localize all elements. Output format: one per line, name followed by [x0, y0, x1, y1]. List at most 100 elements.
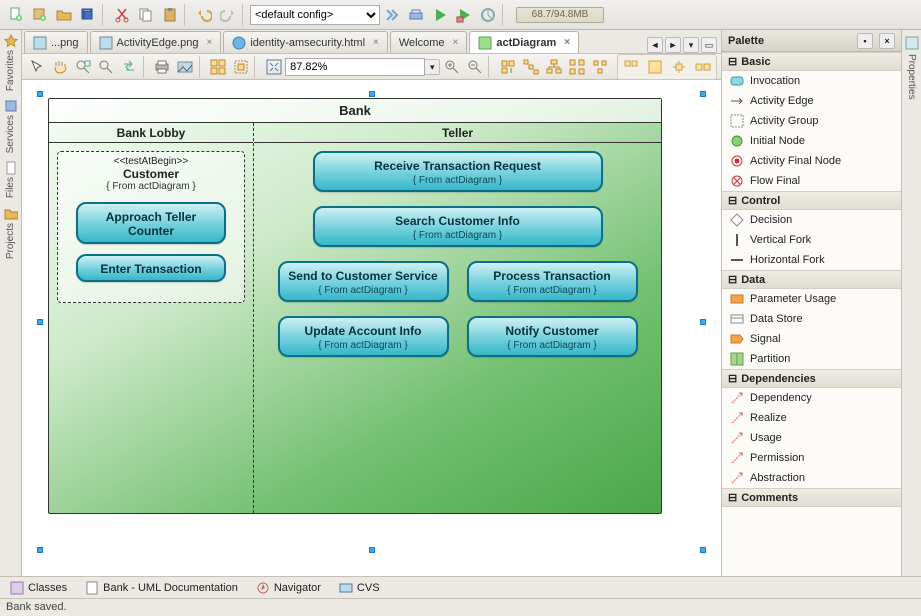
activity-receive-request[interactable]: Receive Transaction Request{ From actDia… [313, 151, 603, 192]
profile-button[interactable] [477, 4, 499, 26]
palette-group-control[interactable]: ⊟Control [722, 191, 901, 210]
partition-teller[interactable]: Teller Receive Transaction Request{ From… [254, 123, 661, 513]
view-tab-cvs[interactable]: CVS [339, 581, 380, 595]
palette-item-abstraction[interactable]: Abstraction [722, 468, 901, 488]
run-button[interactable] [429, 4, 451, 26]
zoom-dropdown-button[interactable]: ▾ [425, 59, 440, 75]
toggle-snap-button[interactable] [644, 56, 666, 78]
palette-group-deps[interactable]: ⊟Dependencies [722, 369, 901, 388]
toggle-orth-button[interactable] [692, 56, 714, 78]
customer-swimlane[interactable]: <<testAtBegin>> Customer { From actDiagr… [57, 151, 245, 303]
palette-item-hfork[interactable]: Horizontal Fork [722, 250, 901, 270]
undo-button[interactable] [193, 4, 215, 26]
palette-item-data-store[interactable]: Data Store [722, 309, 901, 329]
export-image-button[interactable] [175, 56, 196, 78]
palette-item-final-node[interactable]: Activity Final Node [722, 151, 901, 171]
fit-window-button[interactable] [263, 56, 284, 78]
favorites-tab[interactable]: Favorites [2, 34, 20, 91]
activity-frame[interactable]: Bank Bank Lobby <<testAtBegin>> Customer… [48, 98, 662, 514]
properties-tab[interactable]: Properties [906, 54, 917, 100]
new-project-button[interactable] [29, 4, 51, 26]
save-all-button[interactable] [77, 4, 99, 26]
palette-item-activity-edge[interactable]: Activity Edge [722, 91, 901, 111]
palette-item-vfork[interactable]: Vertical Fork [722, 230, 901, 250]
palette-item-activity-group[interactable]: Activity Group [722, 111, 901, 131]
relayout-button[interactable] [497, 56, 518, 78]
view-tab-navigator[interactable]: Navigator [256, 581, 321, 595]
close-icon[interactable]: × [206, 37, 212, 48]
toggle-grid-button[interactable] [620, 56, 642, 78]
zoom-marquee-tool[interactable] [73, 56, 94, 78]
tab-image-1[interactable]: ActivityEdge.png× [90, 31, 222, 53]
tab-html[interactable]: identity-amsecurity.html× [223, 31, 388, 53]
pan-tool[interactable] [50, 56, 71, 78]
toggle-overview-button[interactable] [668, 56, 690, 78]
debug-button[interactable] [453, 4, 475, 26]
dep-icon [730, 411, 744, 425]
new-file-button[interactable] [5, 4, 27, 26]
close-icon[interactable]: × [453, 37, 459, 48]
palette-item-decision[interactable]: Decision [722, 210, 901, 230]
tab-scroll-left[interactable]: ◄ [647, 37, 663, 53]
activity-search-customer[interactable]: Search Customer Info{ From actDiagram } [313, 206, 603, 247]
build-button[interactable] [381, 4, 403, 26]
palette-item-usage[interactable]: Usage [722, 428, 901, 448]
palette-item-permission[interactable]: Permission [722, 448, 901, 468]
copy-button[interactable] [135, 4, 157, 26]
palette-item-dependency[interactable]: Dependency [722, 388, 901, 408]
partition-bank-lobby[interactable]: Bank Lobby <<testAtBegin>> Customer { Fr… [49, 123, 254, 513]
activity-approach-teller[interactable]: Approach Teller Counter [76, 202, 226, 244]
close-icon[interactable]: × [564, 37, 570, 48]
palette-item-partition[interactable]: Partition [722, 349, 901, 369]
tab-image-0[interactable]: ...png [24, 31, 88, 53]
sequence-layout-button[interactable] [520, 56, 541, 78]
palette-item-initial-node[interactable]: Initial Node [722, 131, 901, 151]
select-tool[interactable] [27, 56, 48, 78]
tab-list-button[interactable]: ▾ [683, 37, 699, 53]
memory-indicator[interactable]: 68.7/94.8MB [516, 7, 604, 23]
zoom-out-button[interactable] [464, 56, 485, 78]
palette-group-comments[interactable]: ⊟Comments [722, 488, 901, 507]
palette-item-invocation[interactable]: Invocation [722, 71, 901, 91]
activity-update-account[interactable]: Update Account Info{ From actDiagram } [278, 316, 449, 357]
close-icon[interactable]: × [373, 37, 379, 48]
diagram-canvas[interactable]: Bank Bank Lobby <<testAtBegin>> Customer… [22, 80, 721, 576]
zoom-input[interactable] [285, 58, 425, 76]
palette-group-basic[interactable]: ⊟Basic [722, 52, 901, 71]
orth-layout-button[interactable] [566, 56, 587, 78]
select-similar-button[interactable] [230, 56, 251, 78]
palette-close-button[interactable]: × [879, 33, 895, 49]
palette-group-data[interactable]: ⊟Data [722, 270, 901, 289]
palette-item-realize[interactable]: Realize [722, 408, 901, 428]
print-button[interactable] [152, 56, 173, 78]
tab-scroll-right[interactable]: ► [665, 37, 681, 53]
open-button[interactable] [53, 4, 75, 26]
redo-button[interactable] [217, 4, 239, 26]
view-tab-uml-doc[interactable]: Bank - UML Documentation [85, 581, 238, 595]
palette-pin-button[interactable]: • [857, 33, 873, 49]
paste-button[interactable] [159, 4, 181, 26]
activity-notify-customer[interactable]: Notify Customer{ From actDiagram } [467, 316, 638, 357]
zoom-interactive-tool[interactable] [96, 56, 117, 78]
tab-diagram[interactable]: actDiagram× [469, 31, 579, 53]
view-tab-classes[interactable]: Classes [10, 581, 67, 595]
projects-tab[interactable]: Projects [2, 207, 20, 259]
zoom-in-button[interactable] [441, 56, 462, 78]
incremental-layout-button[interactable] [589, 56, 610, 78]
files-tab[interactable]: Files [2, 161, 20, 198]
config-select[interactable]: <default config> [250, 5, 380, 25]
activity-send-service[interactable]: Send to Customer Service{ From actDiagra… [278, 261, 449, 302]
tab-maximize-button[interactable]: ▭ [701, 37, 717, 53]
cut-button[interactable] [111, 4, 133, 26]
select-all-button[interactable] [207, 56, 228, 78]
palette-item-signal[interactable]: Signal [722, 329, 901, 349]
palette-item-param-usage[interactable]: Parameter Usage [722, 289, 901, 309]
navigate-link-tool[interactable] [119, 56, 140, 78]
services-tab[interactable]: Services [2, 99, 20, 153]
hier-layout-button[interactable] [543, 56, 564, 78]
palette-item-flow-final[interactable]: Flow Final [722, 171, 901, 191]
tab-welcome[interactable]: Welcome× [390, 31, 468, 53]
activity-process-transaction[interactable]: Process Transaction{ From actDiagram } [467, 261, 638, 302]
activity-enter-transaction[interactable]: Enter Transaction [76, 254, 226, 282]
clean-build-button[interactable] [405, 4, 427, 26]
